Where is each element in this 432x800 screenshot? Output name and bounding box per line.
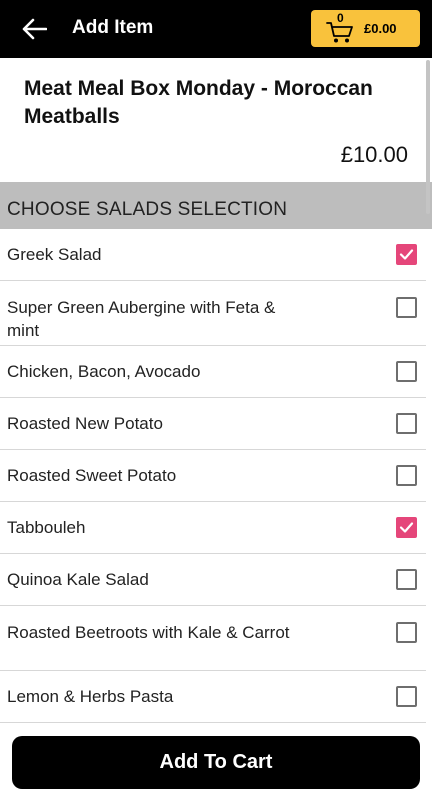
app-bar: Add Item 0 £0.00	[0, 0, 432, 58]
option-roasted-new-potato[interactable]: Roasted New Potato	[0, 398, 426, 450]
section-title: CHOOSE SALADS SELECTION	[7, 199, 288, 220]
cart-count-badge: 0	[337, 11, 344, 25]
add-to-cart-button[interactable]: Add To Cart	[12, 736, 420, 789]
checkmark-icon	[399, 522, 414, 533]
option-checkbox[interactable]	[396, 465, 417, 486]
checkmark-icon	[399, 249, 414, 260]
cart-total: £0.00	[364, 21, 397, 36]
option-checkbox[interactable]	[396, 686, 417, 707]
page-title: Add Item	[72, 17, 154, 38]
back-button[interactable]	[18, 14, 50, 44]
item-name: Meat Meal Box Monday - Moroccan Meatball…	[24, 77, 373, 128]
option-label: Chicken, Bacon, Avocado	[7, 362, 201, 381]
option-checkbox[interactable]	[396, 622, 417, 643]
option-label: Roasted Beetroots with Kale & Carrot	[7, 623, 290, 642]
section-header: CHOOSE SALADS SELECTION	[0, 182, 432, 229]
option-checkbox[interactable]	[396, 361, 417, 382]
option-lemon-herbs-pasta[interactable]: Lemon & Herbs Pasta	[0, 671, 426, 723]
option-quinoa-kale-salad[interactable]: Quinoa Kale Salad	[0, 554, 426, 606]
option-greek-salad[interactable]: Greek Salad	[0, 229, 426, 281]
option-label: Roasted New Potato	[7, 414, 163, 433]
option-chicken-bacon-avocado[interactable]: Chicken, Bacon, Avocado	[0, 346, 426, 398]
cart-button[interactable]: 0 £0.00	[311, 10, 420, 47]
add-to-cart-label: Add To Cart	[159, 751, 273, 773]
option-label: Quinoa Kale Salad	[7, 570, 149, 589]
option-checkbox[interactable]	[396, 297, 417, 318]
option-label: Roasted Sweet Potato	[7, 466, 177, 485]
option-checkbox[interactable]	[396, 517, 417, 538]
option-roasted-beetroots[interactable]: Roasted Beetroots with Kale & Carrot	[0, 606, 426, 671]
option-roasted-sweet-potato[interactable]: Roasted Sweet Potato	[0, 450, 426, 502]
option-tabbouleh[interactable]: Tabbouleh	[0, 502, 426, 554]
arrow-left-icon	[22, 18, 47, 40]
option-label: Lemon & Herbs Pasta	[7, 687, 174, 706]
salad-options-list: Greek Salad Super Green Aubergine with F…	[0, 229, 432, 723]
item-price: £10.00	[340, 142, 408, 167]
option-label: Tabbouleh	[7, 518, 86, 537]
option-label: Super Green Aubergine with Feta & mint	[7, 298, 276, 340]
option-checkbox[interactable]	[396, 569, 417, 590]
option-super-green-aubergine[interactable]: Super Green Aubergine with Feta & mint	[0, 281, 426, 346]
option-label: Greek Salad	[7, 245, 102, 264]
option-checkbox[interactable]	[396, 244, 417, 265]
scrollbar[interactable]	[426, 60, 430, 214]
option-checkbox[interactable]	[396, 413, 417, 434]
